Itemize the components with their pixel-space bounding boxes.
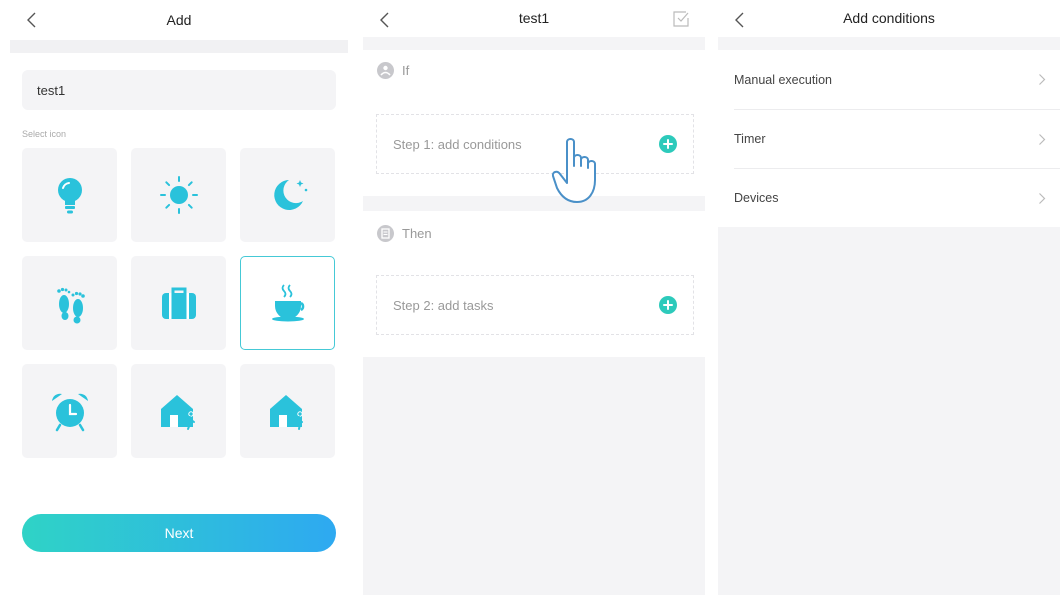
icon-tile-moon[interactable]	[240, 148, 335, 242]
icon-tile-bulb[interactable]	[22, 148, 117, 242]
icon-tile-footprints[interactable]	[22, 256, 117, 350]
bulb-icon	[57, 178, 82, 214]
home-arrive-icon	[269, 395, 303, 430]
page-title: test1	[518, 10, 550, 26]
coffee-cup-icon	[271, 284, 304, 322]
alarm-clock-icon	[51, 393, 88, 432]
select-icon-label: Select icon	[22, 129, 67, 139]
home-leave-icon	[160, 395, 195, 430]
if-header: If	[377, 50, 409, 90]
icon-tile-alarm[interactable]	[22, 364, 117, 458]
page-title: Add conditions	[843, 10, 935, 26]
next-button[interactable]: Next	[22, 514, 336, 552]
icon-tile-home-arrive[interactable]	[240, 364, 335, 458]
conditions-list: Manual execution Timer Devices	[718, 50, 1060, 227]
list-item-label: Devices	[734, 191, 779, 205]
condition-manual-execution[interactable]: Manual execution	[734, 50, 1060, 109]
checkbox-save-icon	[673, 11, 689, 27]
icon-tile-sun[interactable]	[131, 148, 226, 242]
then-header: Then	[377, 213, 432, 253]
condition-icon	[377, 61, 394, 79]
save-button[interactable]	[671, 9, 691, 29]
then-label: Then	[402, 225, 432, 241]
icon-tile-home-leave[interactable]	[131, 364, 226, 458]
icon-tile-coffee[interactable]	[240, 256, 335, 350]
task-list-icon	[377, 224, 394, 242]
icon-grid	[22, 148, 336, 459]
icon-tile-suitcase[interactable]	[131, 256, 226, 350]
divider	[10, 40, 348, 53]
list-item-label: Manual execution	[734, 72, 832, 87]
add-conditions-step[interactable]: Step 1: add conditions	[376, 114, 694, 174]
sun-icon	[159, 176, 198, 214]
add-task-plus-button[interactable]	[659, 296, 677, 314]
add-screen: Add Select icon	[10, 0, 348, 595]
step1-label: Step 1: add conditions	[393, 136, 522, 152]
condition-timer[interactable]: Timer	[734, 109, 1060, 168]
top-bar: test1	[363, 0, 705, 37]
if-label: If	[402, 62, 410, 78]
chevron-right-icon	[1039, 134, 1046, 145]
page-title: Add	[166, 12, 192, 28]
add-conditions-screen: Add conditions Manual execution Timer De…	[718, 0, 1060, 595]
condition-devices[interactable]: Devices	[734, 168, 1060, 227]
list-item-label: Timer	[734, 132, 766, 146]
chevron-right-icon	[1039, 193, 1046, 204]
top-bar: Add conditions	[718, 0, 1060, 37]
suitcase-icon	[161, 287, 196, 319]
chevron-right-icon	[1039, 74, 1046, 85]
step2-label: Step 2: add tasks	[393, 297, 494, 313]
add-tasks-step[interactable]: Step 2: add tasks	[376, 275, 694, 335]
if-section: If Step 1: add conditions	[363, 50, 705, 196]
top-bar: Add	[10, 0, 348, 40]
scene-edit-screen: test1 If Step 1: add conditions Then Ste…	[363, 0, 705, 595]
moon-stars-icon	[273, 180, 307, 210]
add-condition-plus-button[interactable]	[659, 135, 677, 153]
then-section: Then Step 2: add tasks	[363, 211, 705, 357]
footprints-icon	[56, 287, 85, 324]
scene-name-input[interactable]	[22, 70, 336, 110]
